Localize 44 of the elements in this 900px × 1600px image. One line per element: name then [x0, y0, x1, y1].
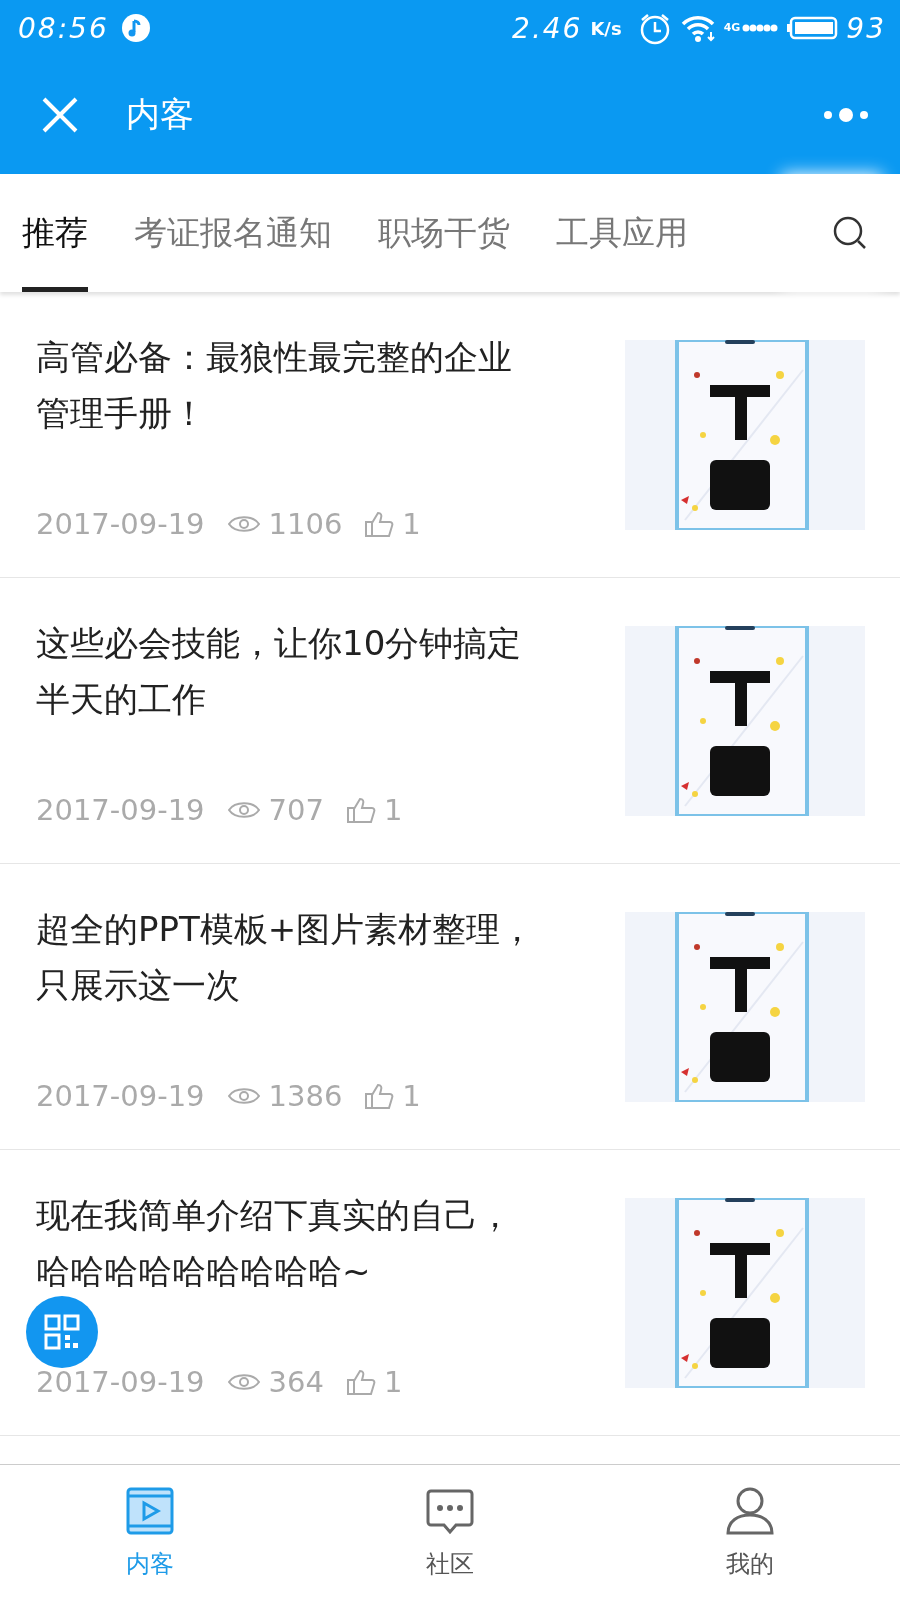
close-icon: [40, 95, 80, 135]
category-tab[interactable]: 考证报名通知: [134, 174, 332, 292]
like-count: 1: [383, 1364, 403, 1399]
video-icon: [125, 1485, 175, 1536]
category-tab[interactable]: 推荐: [22, 174, 88, 292]
thumbs-up-icon: [364, 509, 395, 538]
more-button[interactable]: [822, 105, 870, 125]
like-count: 1: [402, 1078, 421, 1113]
thumbs-up-icon: [345, 1367, 376, 1396]
thumbs-up-icon: [364, 1081, 395, 1110]
like-count: 1: [383, 792, 403, 827]
thumbs-up-icon: [345, 795, 376, 824]
article-title[interactable]: 超全的PPT模板+图片素材整理，只展示这一次: [36, 900, 541, 1013]
wifi-icon: [679, 13, 716, 43]
article-title[interactable]: 这些必会技能，让你10分钟搞定半天的工作: [36, 614, 541, 727]
music-note-icon: [120, 13, 151, 43]
view-count: 1106: [268, 506, 343, 541]
speed-unit: K/s: [590, 17, 622, 39]
publish-date: 2017-09-19: [36, 792, 205, 827]
page-title: 内客: [126, 93, 195, 136]
publish-date: 2017-09-19: [36, 506, 205, 541]
publish-date: 2017-09-19: [36, 1078, 205, 1113]
view-count: 1386: [268, 1078, 343, 1113]
article-title[interactable]: 现在我简单介绍下真实的自己，哈哈哈哈哈哈哈哈哈~: [36, 1186, 541, 1299]
battery-icon: [786, 16, 839, 40]
like-count: 1: [402, 506, 421, 541]
signal-icon: [742, 23, 779, 33]
more-icon: [822, 105, 870, 125]
publish-date: 2017-09-19: [36, 1364, 205, 1399]
qr-code-icon: [44, 1314, 80, 1350]
clock-time: 08:56: [18, 11, 109, 45]
nav-tab[interactable]: 社区: [370, 1485, 530, 1580]
search-icon: [832, 215, 868, 251]
person-icon: [725, 1485, 775, 1536]
nav-tab[interactable]: 我的: [670, 1485, 830, 1580]
battery-level: 93: [846, 11, 886, 45]
category-tab[interactable]: 工具应用: [556, 174, 688, 292]
network-type: 4G: [723, 21, 741, 34]
network-speed: 2.46: [512, 11, 583, 45]
category-tab[interactable]: 职场干货: [378, 174, 510, 292]
view-count: 364: [268, 1364, 324, 1399]
article-title[interactable]: 高管必备：最狼性最完整的企业管理手册！: [36, 328, 541, 441]
view-count: 707: [268, 792, 324, 827]
close-button[interactable]: [40, 95, 80, 135]
